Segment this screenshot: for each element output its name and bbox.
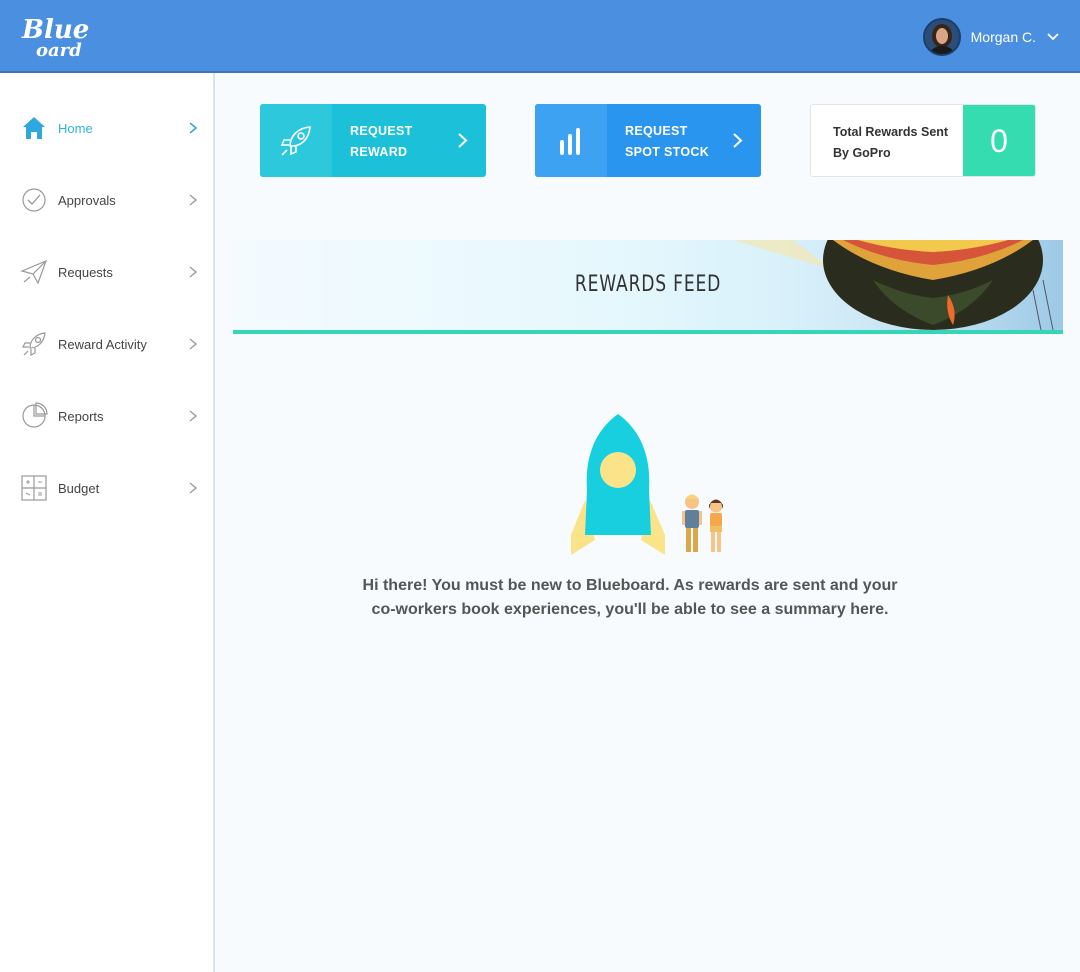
sidebar-item-requests[interactable]: Requests <box>0 236 213 308</box>
rocket-icon <box>280 125 311 156</box>
empty-state-line1: Hi there! You must be new to Blueboard. … <box>362 577 898 594</box>
request-reward-line2: REWARD <box>350 145 408 159</box>
blueboard-logo[interactable]: Blue oard <box>20 14 100 61</box>
sidebar-item-approvals[interactable]: Approvals <box>0 164 213 236</box>
stat-label-line2: By GoPro <box>833 146 891 160</box>
sidebar-item-budget[interactable]: Budget <box>0 452 213 524</box>
chevron-right-icon <box>189 338 198 350</box>
sidebar: Home Approvals Requests Reward Activity … <box>0 73 215 972</box>
chevron-right-icon <box>189 122 198 134</box>
empty-state-line2: co-workers book experiences, you'll be a… <box>371 601 889 618</box>
chevron-down-icon <box>1047 33 1059 41</box>
top-navbar: Blue oard Morgan C. <box>0 0 1080 73</box>
request-spot-stock-line2: SPOT STOCK <box>625 145 710 159</box>
paper-plane-icon <box>20 259 48 285</box>
sidebar-item-label: Approvals <box>58 192 116 208</box>
chevron-right-icon <box>189 194 198 206</box>
chevron-right-icon <box>458 133 468 148</box>
rewards-feed-title: REWARDS FEED <box>574 272 722 297</box>
sidebar-item-label: Requests <box>58 264 113 280</box>
pie-chart-icon <box>22 402 48 428</box>
chevron-right-icon <box>733 133 743 148</box>
request-reward-line1: REQUEST <box>350 124 413 138</box>
stat-value: 0 <box>990 123 1008 159</box>
sidebar-item-home[interactable]: Home <box>0 92 213 164</box>
request-reward-button[interactable]: REQUEST REWARD <box>260 104 486 177</box>
home-icon <box>23 117 45 139</box>
sidebar-item-label: Reward Activity <box>58 336 147 352</box>
user-menu[interactable]: Morgan C. <box>922 17 1060 57</box>
request-spot-stock-line1: REQUEST <box>625 124 688 138</box>
calculator-icon <box>21 475 47 501</box>
chevron-right-icon <box>189 266 198 278</box>
chevron-right-icon <box>189 482 198 494</box>
sidebar-item-label: Reports <box>58 408 104 424</box>
request-spot-stock-button[interactable]: REQUEST SPOT STOCK <box>535 104 761 177</box>
avatar <box>922 18 961 56</box>
total-rewards-stat: Total Rewards Sent By GoPro 0 <box>810 104 1036 177</box>
stat-label-line1: Total Rewards Sent <box>833 125 949 139</box>
feed-divider <box>233 330 1063 334</box>
bar-chart-icon <box>560 127 580 155</box>
empty-state-message: Hi there! You must be new to Blueboard. … <box>330 574 930 622</box>
rocket-illustration <box>571 414 723 555</box>
check-circle-icon <box>22 188 46 212</box>
chevron-right-icon <box>189 410 198 422</box>
rocket-icon <box>22 332 46 356</box>
sidebar-item-label: Budget <box>58 480 100 496</box>
sidebar-item-label: Home <box>58 120 93 136</box>
rewards-feed-banner: REWARDS FEED <box>233 240 1063 330</box>
user-name: Morgan C. <box>970 29 1036 45</box>
svg-text:oard: oard <box>36 40 82 60</box>
sidebar-item-reward-activity[interactable]: Reward Activity <box>0 308 213 380</box>
sidebar-item-reports[interactable]: Reports <box>0 380 213 452</box>
